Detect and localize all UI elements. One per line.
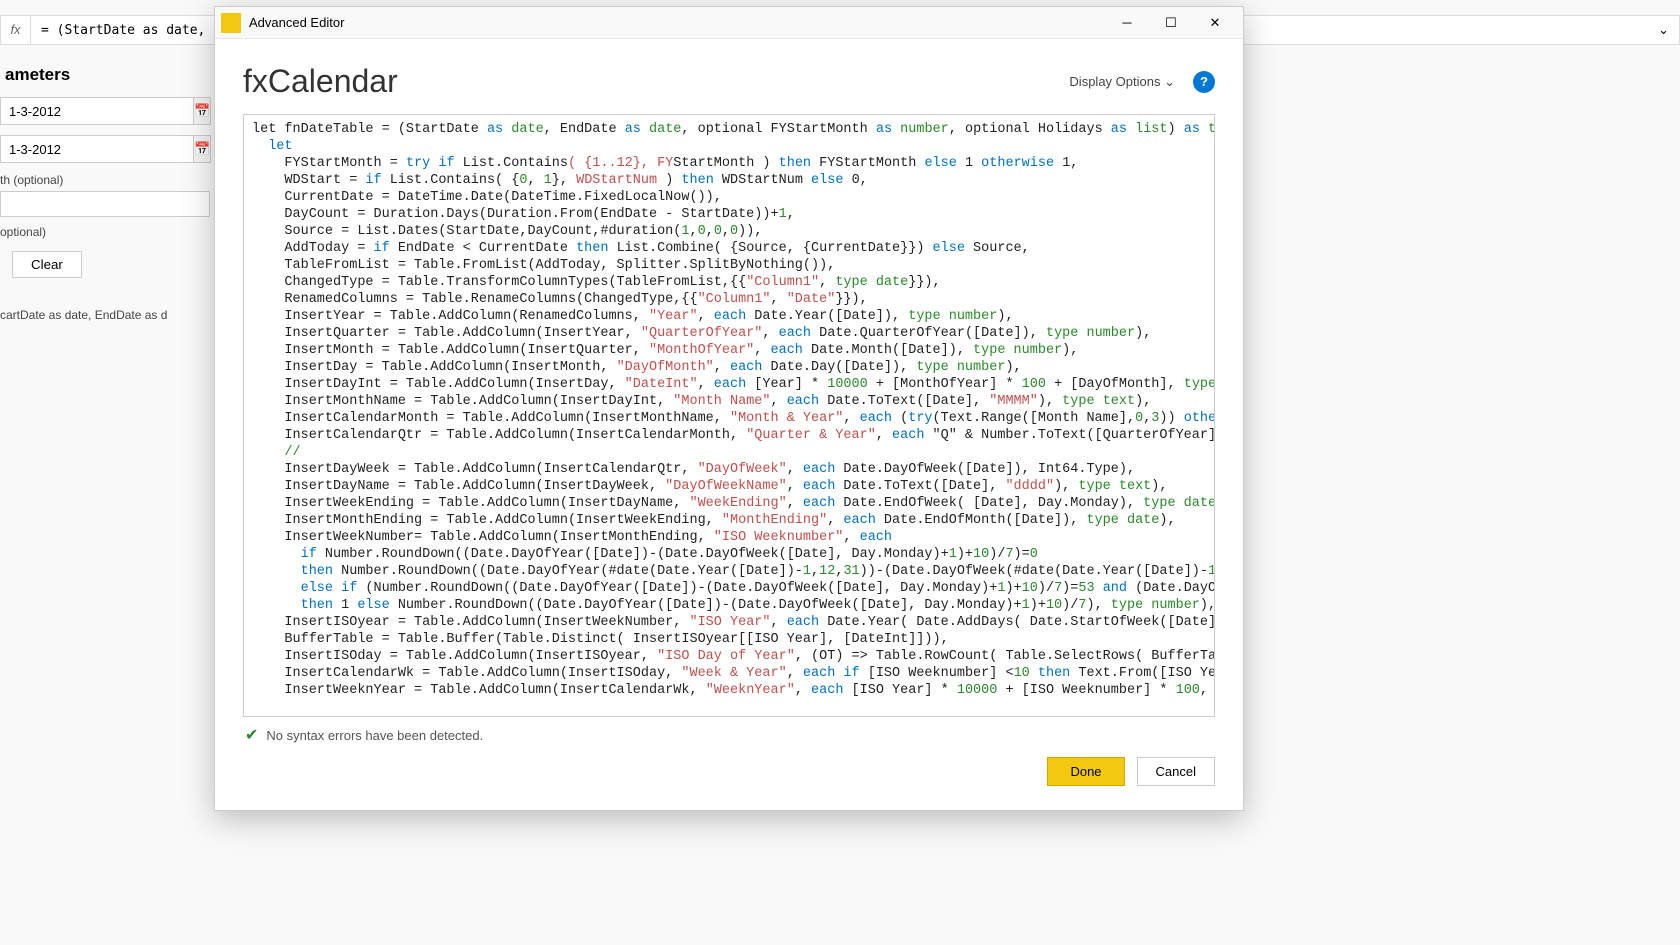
app-icon [221, 13, 241, 33]
maximize-icon[interactable]: ☐ [1149, 8, 1193, 38]
close-icon[interactable]: ✕ [1193, 8, 1237, 38]
calendar-icon[interactable]: 📅 [194, 97, 211, 125]
checkmark-icon: ✔ [245, 725, 258, 745]
display-options-dropdown[interactable]: Display Options ⌄ [1069, 74, 1175, 90]
start-date-input[interactable] [0, 97, 194, 125]
function-signature: cartDate as date, EndDate as d [0, 308, 210, 322]
cancel-button[interactable]: Cancel [1137, 757, 1215, 786]
advanced-editor-dialog: Advanced Editor ─ ☐ ✕ fxCalendar Display… [214, 6, 1244, 811]
help-icon[interactable]: ? [1193, 71, 1215, 93]
parameters-panel: ameters 📅 📅 th (optional) optional) Clea… [0, 55, 210, 332]
done-button[interactable]: Done [1047, 757, 1124, 786]
month-label: th (optional) [0, 173, 210, 187]
status-text: No syntax errors have been detected. [266, 728, 483, 743]
end-date-input[interactable] [0, 135, 194, 163]
minimize-icon[interactable]: ─ [1105, 8, 1149, 38]
month-input[interactable] [0, 191, 210, 217]
chevron-down-icon: ⌄ [1164, 74, 1175, 89]
dialog-titlebar: Advanced Editor ─ ☐ ✕ [215, 7, 1243, 39]
syntax-status: ✔ No syntax errors have been detected. [243, 717, 1215, 753]
code-editor[interactable]: let fnDateTable = (StartDate as date, En… [244, 115, 1214, 716]
formula-dropdown-icon[interactable]: ⌄ [1658, 22, 1669, 38]
calendar-icon[interactable]: 📅 [194, 135, 211, 163]
fx-label: fx [1, 16, 31, 44]
optional-label: optional) [0, 225, 210, 239]
clear-button[interactable]: Clear [12, 251, 82, 278]
dialog-title: Advanced Editor [249, 15, 1105, 30]
query-name: fxCalendar [243, 63, 1069, 100]
parameters-title: ameters [0, 65, 210, 85]
